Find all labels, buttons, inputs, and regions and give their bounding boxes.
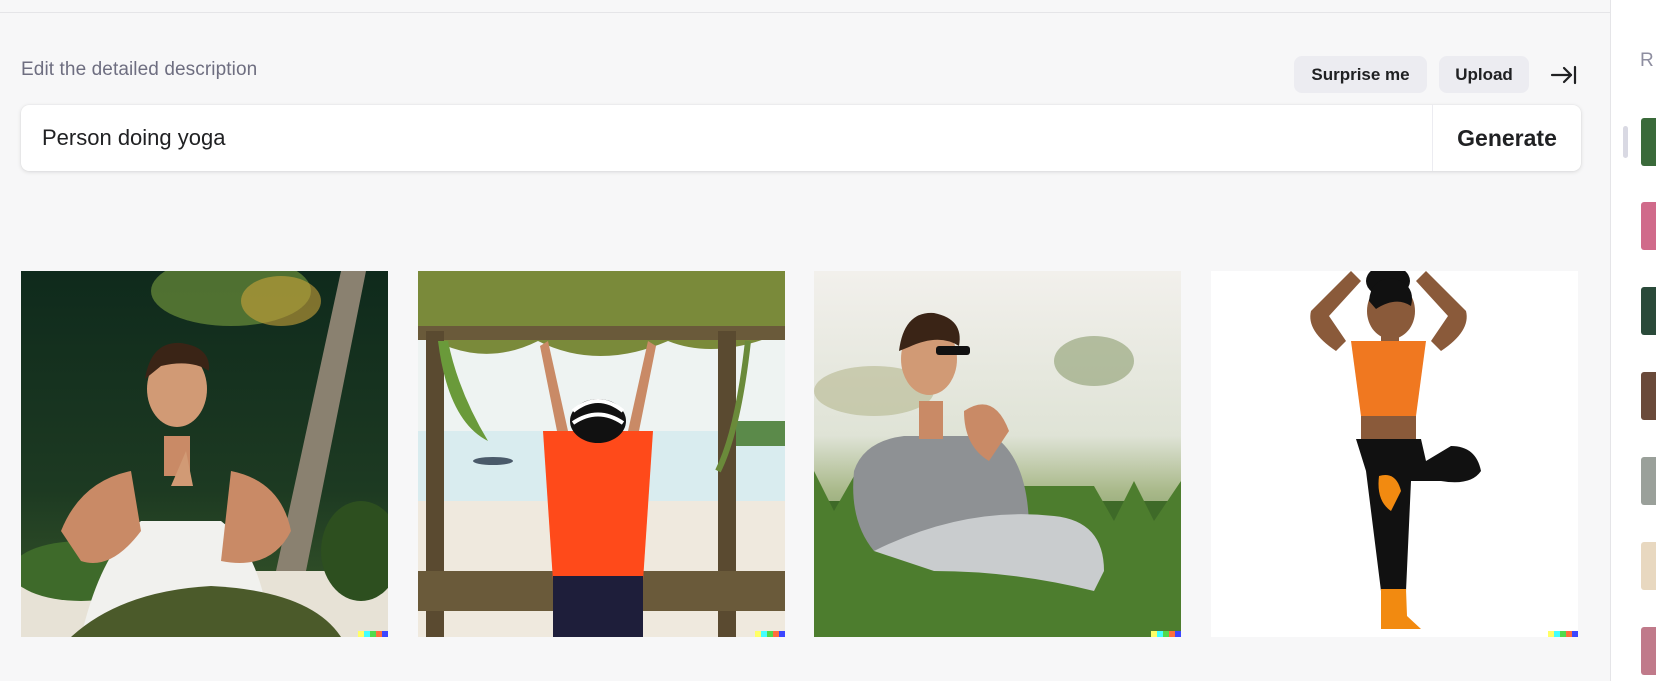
prompt-bar: Generate (21, 105, 1581, 171)
watermark (1548, 631, 1578, 637)
surprise-me-button[interactable]: Surprise me (1294, 56, 1427, 93)
result-image-1[interactable] (21, 271, 388, 637)
yoga-photo-2 (418, 271, 785, 637)
yoga-illustration-4 (1211, 271, 1578, 637)
yoga-photo-1 (21, 271, 388, 637)
history-thumbnail[interactable] (1641, 457, 1656, 505)
generate-button[interactable]: Generate (1432, 105, 1581, 171)
result-image-3[interactable] (814, 271, 1181, 637)
upload-button[interactable]: Upload (1439, 56, 1529, 93)
prompt-input[interactable] (21, 105, 1432, 171)
collapse-right-icon[interactable] (1548, 60, 1580, 90)
history-panel: R (1610, 0, 1656, 681)
history-scrollbar[interactable] (1623, 126, 1628, 158)
result-image-2[interactable] (418, 271, 785, 637)
history-thumbnail[interactable] (1641, 542, 1656, 590)
yoga-photo-3 (814, 271, 1181, 637)
history-thumbnail[interactable] (1641, 287, 1656, 335)
top-divider (0, 0, 1610, 13)
results-grid (21, 271, 1581, 637)
history-thumbnail[interactable] (1641, 202, 1656, 250)
instruction-text: Edit the detailed description (21, 59, 258, 80)
history-thumbnail[interactable] (1641, 118, 1656, 166)
result-image-4[interactable] (1211, 271, 1578, 637)
watermark (358, 631, 388, 637)
main-area: Edit the detailed description Surprise m… (0, 13, 1610, 681)
history-panel-label: R (1640, 50, 1654, 71)
editor-header: Edit the detailed description Surprise m… (21, 45, 1581, 93)
watermark (755, 631, 785, 637)
history-thumbnail[interactable] (1641, 627, 1656, 675)
history-thumbnail[interactable] (1641, 372, 1656, 420)
watermark (1151, 631, 1181, 637)
